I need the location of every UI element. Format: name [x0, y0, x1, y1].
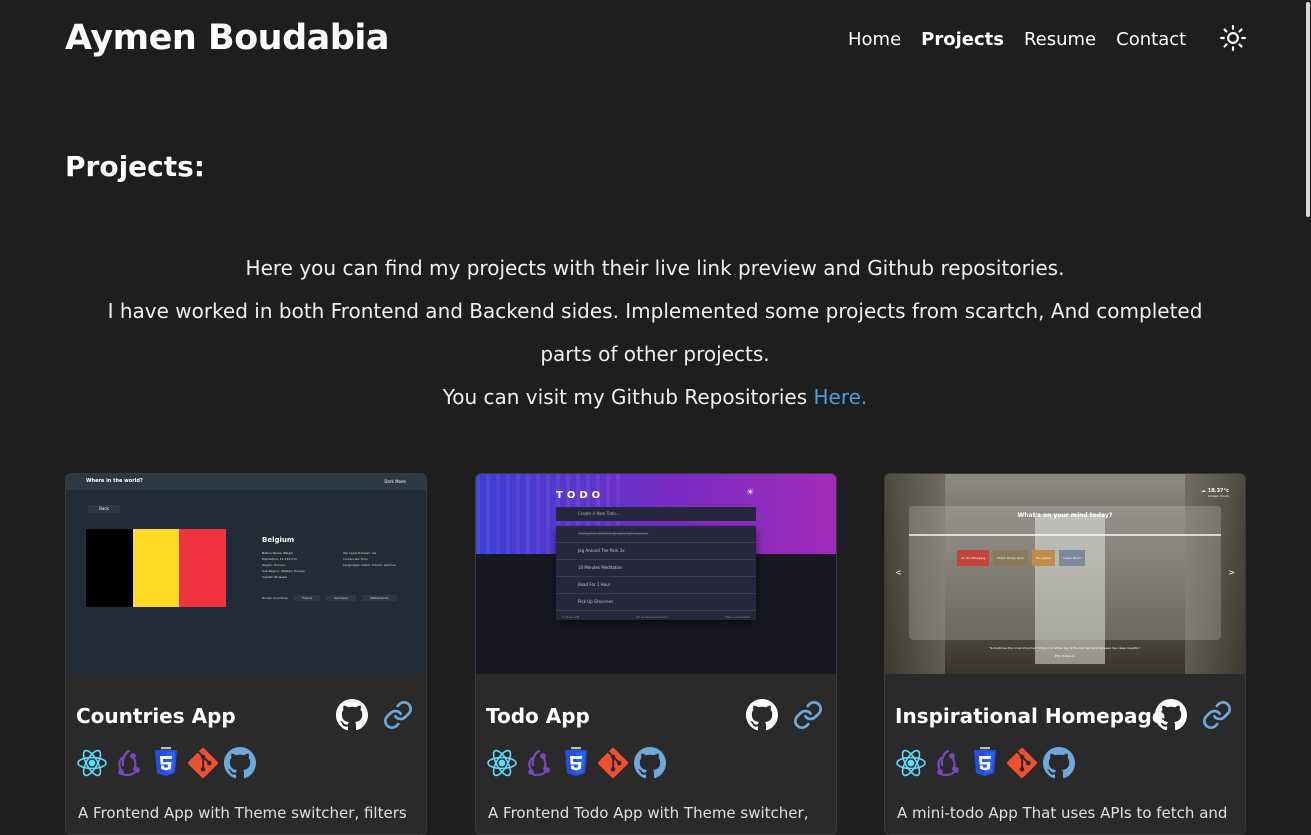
react-icon [896, 749, 926, 777]
project-description: A Frontend App with Theme switcher, filt… [78, 804, 407, 822]
git-icon [1007, 748, 1037, 778]
preview-back-button: Back [88, 505, 120, 513]
project-title: Countries App [76, 704, 236, 728]
project-preview-inspirational[interactable]: ☁ 18.37°c broken clouds What's on your m… [885, 474, 1245, 674]
css3-icon [155, 747, 177, 776]
github-icon[interactable] [1155, 699, 1187, 731]
scrollbar-thumb[interactable] [1306, 2, 1310, 217]
nav-resume[interactable]: Resume [1024, 29, 1096, 50]
link-icon[interactable] [382, 699, 414, 731]
project-card-inspirational: ☁ 18.37°c broken clouds What's on your m… [884, 473, 1246, 835]
preview-details-right: Top Level Domain: .be Currencies: Euro Lan… [343, 551, 397, 567]
scrollbar[interactable] [1305, 0, 1311, 812]
preview-country-name: Belgium [262, 536, 295, 544]
project-description: A Frontend Todo App with Theme switcher, [488, 804, 809, 822]
css3-icon [974, 747, 996, 776]
nav-contact[interactable]: Contact [1116, 29, 1186, 50]
github-icon[interactable] [336, 699, 368, 731]
github-icon [634, 747, 666, 779]
intro-line-2: I have worked in both Frontend and Backe… [107, 299, 1203, 366]
intro-line-3: You can visit my Github Repositories Her… [65, 376, 1245, 419]
project-description: A mini-todo App That uses APIs to fetch … [897, 804, 1228, 822]
preview-mode-text: Dark Mode [384, 479, 406, 484]
preview-header-text: Where in the world? [86, 478, 143, 484]
react-icon [487, 749, 517, 777]
project-links [1155, 699, 1233, 731]
intro-text: Here you can find my projects with their… [65, 247, 1245, 419]
project-card-todo: TODO ☀ Create A New Todo... Complete Onl… [475, 473, 837, 835]
preview-todo-logo: TODO [556, 490, 605, 501]
link-icon[interactable] [1201, 699, 1233, 731]
belgium-flag [86, 529, 227, 607]
preview-details-left: Native Name: België Population: 11,319,51… [262, 551, 305, 579]
project-links [336, 699, 414, 731]
nav-projects[interactable]: Projects [921, 29, 1004, 50]
main-nav: Home Projects Resume Contact [848, 29, 1206, 50]
preview-chips: Go for Shopping Finish Home work Fix Lap… [957, 550, 1086, 566]
preview-todo-input: Create A New Todo... [556, 507, 756, 521]
project-links [746, 699, 824, 731]
tech-stack [486, 747, 666, 779]
css3-icon [565, 747, 587, 776]
intro-line-3-text: You can visit my Github Repositories [442, 385, 814, 409]
page-title: Projects: [65, 150, 205, 183]
git-icon [188, 748, 218, 778]
github-icon [1043, 747, 1075, 779]
github-repos-link[interactable]: Here. [814, 385, 868, 409]
project-title: Todo App [486, 704, 590, 728]
github-icon[interactable] [746, 699, 778, 731]
project-title: Inspirational Homepage [895, 704, 1166, 728]
brand-name[interactable]: Aymen Boudabia [65, 18, 389, 58]
header: Aymen Boudabia Home Projects Resume Cont… [0, 0, 1311, 80]
react-icon [77, 749, 107, 777]
git-icon [598, 748, 628, 778]
intro-line-1: Here you can find my projects with their… [245, 256, 1065, 280]
sun-icon[interactable] [1220, 25, 1246, 51]
preview-borders: Border Countries: France Germany Netherl… [262, 595, 397, 601]
preview-weather: ☁ 18.37°c broken clouds [1200, 488, 1229, 498]
link-icon[interactable] [792, 699, 824, 731]
redux-icon [937, 749, 959, 777]
tech-stack [895, 747, 1075, 779]
tech-stack [76, 747, 256, 779]
preview-todo-list: Complete Online JavaScript Course Jog Ar… [556, 526, 756, 620]
project-preview-todo[interactable]: TODO ☀ Create A New Todo... Complete Onl… [476, 474, 836, 674]
redux-icon [118, 749, 140, 777]
preview-question: What's on your mind today? [1017, 512, 1113, 519]
preview-prev-arrow: < [895, 568, 902, 577]
preview-quote: "Sometimes the most important thing in a… [989, 646, 1141, 658]
preview-glass-panel [909, 506, 1221, 640]
preview-next-arrow: > [1228, 568, 1235, 577]
project-preview-countries[interactable]: Where in the world? Dark Mode Back Belgi… [66, 474, 426, 674]
github-icon [224, 747, 256, 779]
nav-home[interactable]: Home [848, 29, 901, 50]
project-card-countries: Where in the world? Dark Mode Back Belgi… [65, 473, 427, 835]
redux-icon [528, 749, 550, 777]
